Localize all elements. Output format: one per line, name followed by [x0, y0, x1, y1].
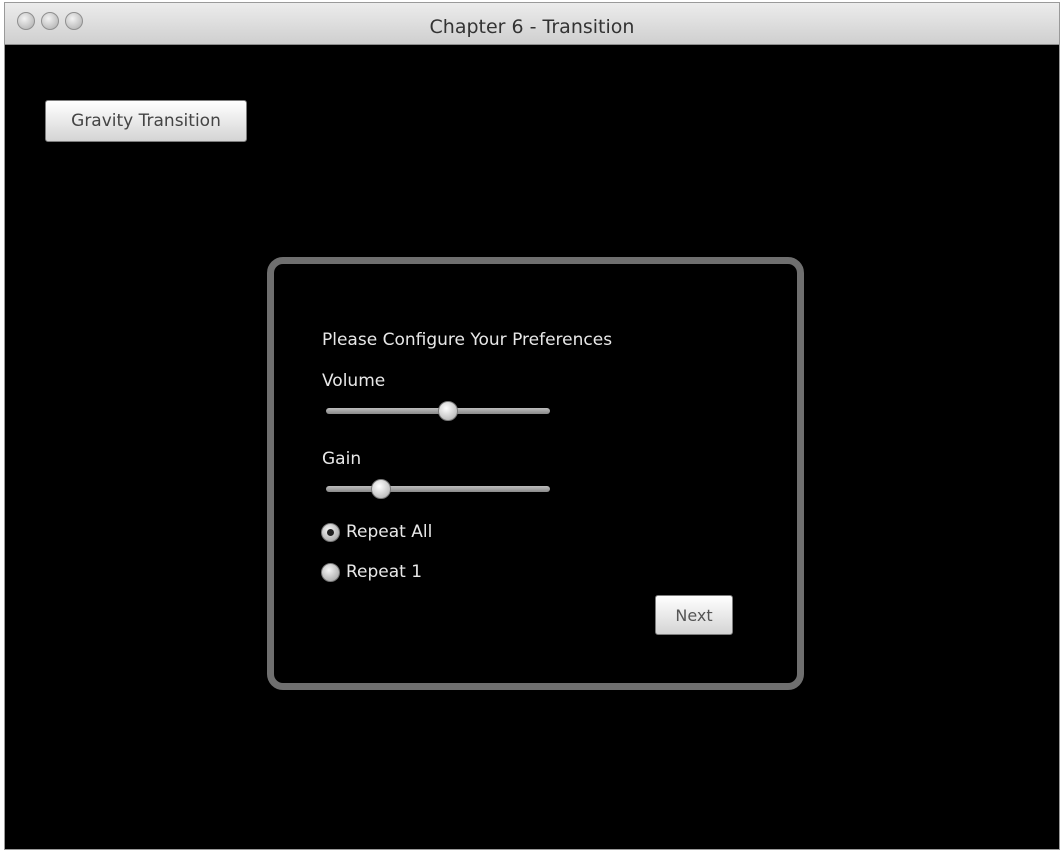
next-button[interactable]: Next: [655, 595, 733, 635]
gravity-transition-button[interactable]: Gravity Transition: [45, 100, 247, 142]
main-content: Gravity Transition Please Configure Your…: [5, 45, 1059, 849]
volume-slider[interactable]: [326, 401, 550, 421]
window-title: Chapter 6 - Transition: [429, 16, 635, 38]
gain-slider-track[interactable]: [326, 486, 550, 492]
repeat-all-label[interactable]: Repeat All: [346, 522, 432, 542]
gain-slider[interactable]: [326, 479, 550, 499]
repeat-one-radio[interactable]: [321, 562, 340, 582]
repeat-one-label[interactable]: Repeat 1: [346, 562, 422, 582]
repeat-all-option[interactable]: Repeat All: [321, 522, 432, 542]
volume-slider-thumb[interactable]: [438, 401, 458, 421]
repeat-all-radio[interactable]: [321, 522, 340, 542]
gain-slider-thumb[interactable]: [371, 479, 391, 499]
preferences-panel: Please Configure Your Preferences Volume…: [267, 257, 804, 690]
gain-label: Gain: [322, 449, 362, 469]
title-bar: Chapter 6 - Transition: [5, 3, 1059, 45]
repeat-one-option[interactable]: Repeat 1: [321, 562, 422, 582]
preferences-heading: Please Configure Your Preferences: [322, 330, 613, 350]
volume-label: Volume: [322, 371, 386, 391]
app-window: Chapter 6 - Transition Gravity Transitio…: [4, 2, 1060, 850]
